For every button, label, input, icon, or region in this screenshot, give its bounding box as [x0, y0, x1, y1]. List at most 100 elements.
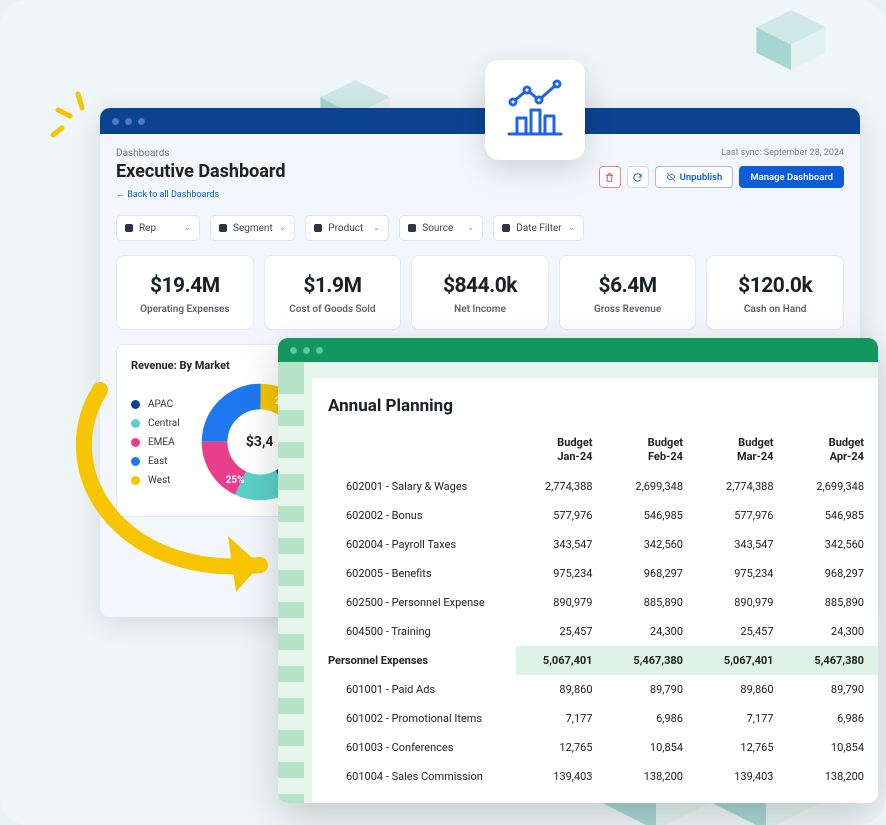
- value-cell: 138,200: [607, 762, 698, 791]
- chevron-down-icon: ⌄: [467, 223, 475, 233]
- filter-product[interactable]: Product⌄: [305, 215, 389, 241]
- value-cell: 975,234: [697, 559, 788, 588]
- column-header: BudgetMar-24: [697, 428, 788, 472]
- last-sync-label: Last sync: September 28, 2024: [599, 148, 844, 158]
- legend-swatch: [131, 438, 140, 447]
- refresh-icon: [632, 172, 643, 183]
- legend-item[interactable]: East: [131, 456, 180, 467]
- metric-card[interactable]: $120.0kCash on Hand: [706, 255, 844, 330]
- value-cell: 139,403: [697, 762, 788, 791]
- account-cell: 602004 - Payroll Taxes: [326, 530, 516, 559]
- metric-card[interactable]: $1.9MCost of Goods Sold: [264, 255, 402, 330]
- account-cell: 601004 - Sales Commission: [326, 762, 516, 791]
- table-row[interactable]: 602005 - Benefits975,234968,297975,23496…: [326, 559, 878, 588]
- metric-card[interactable]: $844.0kNet Income: [411, 255, 549, 330]
- manage-dashboard-button[interactable]: Manage Dashboard: [739, 166, 844, 188]
- refresh-button[interactable]: [627, 166, 649, 188]
- legend-label: East: [148, 456, 168, 467]
- filter-date-filter[interactable]: Date Filter⌄: [493, 215, 584, 241]
- value-cell: 24,300: [607, 617, 698, 646]
- spreadsheet-window: Annual Planning BudgetJan-24BudgetFeb-24…: [278, 338, 878, 803]
- metric-value: $120.0k: [713, 274, 837, 298]
- legend-item[interactable]: APAC: [131, 399, 180, 410]
- table-row[interactable]: 601002 - Promotional Items7,1776,9867,17…: [326, 704, 878, 733]
- value-cell: 89,790: [607, 675, 698, 704]
- subtotal-row[interactable]: Personnel Expenses5,067,4015,467,3805,06…: [326, 646, 878, 675]
- value-cell: 24,300: [788, 617, 879, 646]
- analytics-icon: [503, 78, 567, 142]
- trash-icon: [604, 172, 615, 183]
- value-cell: 885,890: [788, 588, 879, 617]
- table-row[interactable]: 602001 - Salary & Wages 2,774,3882,699,34…: [326, 472, 878, 501]
- value-cell: 546,985: [607, 501, 698, 530]
- decor-cube-icon: [756, 10, 826, 70]
- account-cell: 602005 - Benefits: [326, 559, 516, 588]
- value-cell: 138,200: [788, 762, 879, 791]
- metric-card[interactable]: $6.4MGross Revenue: [559, 255, 697, 330]
- account-cell: 602002 - Bonus: [326, 501, 516, 530]
- breadcrumb[interactable]: Dashboards: [116, 148, 285, 159]
- chevron-down-icon: ⌄: [279, 223, 287, 233]
- value-cell: 2,774,388: [697, 472, 788, 501]
- unpublish-button[interactable]: Unpublish: [655, 166, 734, 188]
- metric-card[interactable]: $19.4MOperating Expenses: [116, 255, 254, 330]
- filter-icon: [125, 224, 133, 232]
- delete-button[interactable]: [599, 166, 621, 188]
- legend-label: Central: [148, 418, 180, 429]
- value-cell: 6,986: [607, 704, 698, 733]
- value-cell: 975,234: [516, 559, 607, 588]
- value-cell: 885,890: [607, 588, 698, 617]
- account-cell: 602001 - Salary & Wages: [326, 472, 516, 501]
- filter-icon: [314, 224, 322, 232]
- filter-rep[interactable]: Rep⌄: [116, 215, 200, 241]
- chevron-down-icon: ⌄: [373, 223, 381, 233]
- value-cell: 5,067,401: [697, 646, 788, 675]
- table-row[interactable]: 602004 - Payroll Taxes343,547342,560343,…: [326, 530, 878, 559]
- value-cell: 139,403: [516, 762, 607, 791]
- table-row[interactable]: 602500 - Personnel Expense890,979885,890…: [326, 588, 878, 617]
- segment-label-east: 25%: [226, 475, 245, 486]
- value-cell: 89,860: [516, 675, 607, 704]
- filter-icon: [219, 224, 227, 232]
- legend-item[interactable]: West: [131, 475, 180, 486]
- filter-source[interactable]: Source⌄: [399, 215, 483, 241]
- row-number-gutter: [278, 378, 304, 803]
- value-cell: 968,297: [607, 559, 698, 588]
- table-row[interactable]: 601004 - Sales Commission139,403138,2001…: [326, 762, 878, 791]
- value-cell: 12,765: [516, 733, 607, 762]
- back-link[interactable]: ← Back to all Dashboards: [116, 189, 219, 200]
- table-row[interactable]: 602002 - Bonus577,976546,985577,976546,9…: [326, 501, 878, 530]
- value-cell: 342,560: [788, 530, 879, 559]
- table-row[interactable]: 601003 - Conferences12,76510,85412,76510…: [326, 733, 878, 762]
- metric-value: $844.0k: [418, 274, 542, 298]
- value-cell: 2,699,348: [607, 472, 698, 501]
- window-titlebar: [100, 108, 860, 134]
- value-cell: 89,860: [697, 675, 788, 704]
- value-cell: 577,976: [697, 501, 788, 530]
- legend-item[interactable]: EMEA: [131, 437, 180, 448]
- filter-segment[interactable]: Segment⌄: [210, 215, 295, 241]
- value-cell: 7,177: [697, 704, 788, 733]
- account-cell: Personnel Expenses: [326, 646, 516, 675]
- manage-label: Manage Dashboard: [750, 172, 833, 183]
- legend-item[interactable]: Central: [131, 418, 180, 429]
- value-cell: 890,979: [516, 588, 607, 617]
- filter-icon: [408, 224, 416, 232]
- value-cell: 890,979: [697, 588, 788, 617]
- column-header: BudgetJan-24: [516, 428, 607, 472]
- table-row[interactable]: 604500 - Training25,45724,30025,45724,30…: [326, 617, 878, 646]
- metric-label: Cost of Goods Sold: [271, 304, 395, 315]
- chevron-down-icon: ⌄: [183, 223, 191, 233]
- value-cell: 5,467,380: [607, 646, 698, 675]
- metric-value: $19.4M: [123, 274, 247, 298]
- value-cell: 25,457: [516, 617, 607, 646]
- legend-label: APAC: [148, 399, 173, 410]
- legend-label: EMEA: [148, 437, 175, 448]
- page-title: Executive Dashboard: [116, 161, 285, 182]
- value-cell: 10,854: [788, 733, 879, 762]
- legend-swatch: [131, 400, 140, 409]
- value-cell: 342,560: [607, 530, 698, 559]
- legend-swatch: [131, 419, 140, 428]
- account-cell: 601001 - Paid Ads: [326, 675, 516, 704]
- table-row[interactable]: 601001 - Paid Ads89,86089,79089,86089,79…: [326, 675, 878, 704]
